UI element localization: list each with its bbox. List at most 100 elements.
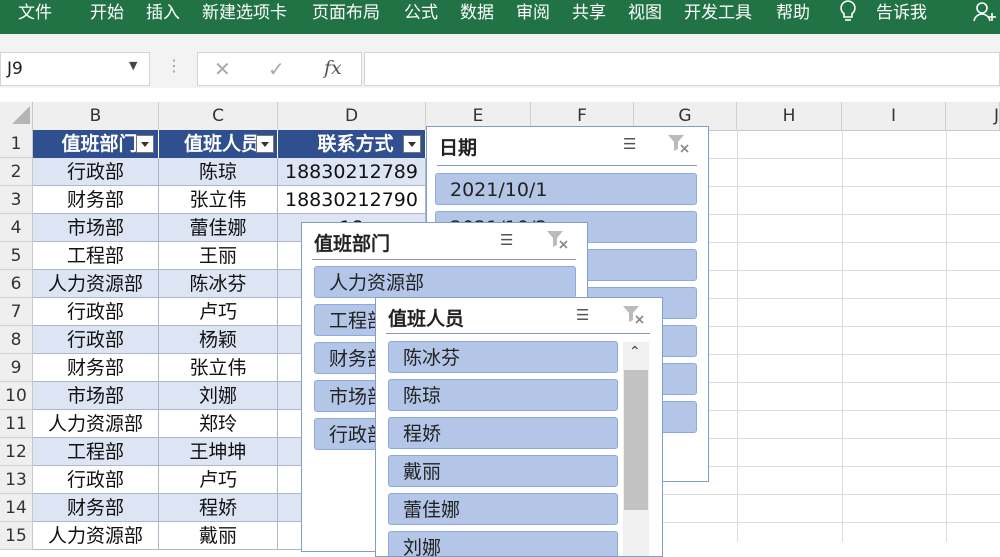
clear-filter-icon[interactable] [546, 229, 568, 249]
table-cell[interactable]: 卢巧 [159, 466, 278, 494]
table-cell[interactable]: 陈冰芬 [159, 270, 278, 298]
table-cell[interactable]: 行政部 [33, 466, 159, 494]
row-header[interactable]: 14 [0, 494, 33, 522]
table-cell[interactable]: 市场部 [33, 214, 159, 242]
table-cell[interactable]: 行政部 [33, 298, 159, 326]
row-header[interactable]: 15 [0, 522, 33, 550]
row-header[interactable]: 5 [0, 242, 33, 270]
slicer-item[interactable]: 人力资源部 [314, 266, 576, 298]
multi-select-icon[interactable]: ☰ [500, 231, 513, 249]
menu-home[interactable]: 开始 [90, 0, 124, 34]
gridline [737, 130, 738, 542]
multi-select-icon[interactable]: ☰ [576, 306, 589, 324]
ribbon-bar: 文件 开始 插入 新建选项卡 页面布局 公式 数据 审阅 共享 视图 开发工具 … [0, 0, 1000, 34]
table-cell[interactable]: 王丽 [159, 242, 278, 270]
row-header[interactable]: 3 [0, 186, 33, 214]
chevron-down-icon[interactable]: ▼ [129, 59, 137, 72]
filter-dropdown-person[interactable] [256, 135, 274, 153]
column-header-c[interactable]: C [159, 102, 278, 130]
table-cell[interactable]: 戴丽 [159, 522, 278, 550]
slicer-item[interactable]: 2021/10/1 [435, 173, 697, 205]
multi-select-icon[interactable]: ☰ [623, 135, 636, 153]
table-cell[interactable]: 王坤坤 [159, 438, 278, 466]
chevron-up-icon[interactable]: ⌃ [629, 344, 641, 360]
row-header[interactable]: 11 [0, 410, 33, 438]
clear-filter-icon[interactable] [667, 133, 689, 153]
menu-developer[interactable]: 开发工具 [684, 0, 752, 34]
table-cell[interactable]: 行政部 [33, 326, 159, 354]
insert-function-icon[interactable]: fx [324, 57, 342, 79]
row-header[interactable]: 9 [0, 354, 33, 382]
filter-dropdown-contact[interactable] [403, 135, 421, 153]
table-cell[interactable]: 财务部 [33, 494, 159, 522]
table-cell[interactable]: 张立伟 [159, 354, 278, 382]
row-header[interactable]: 1 [0, 130, 33, 158]
row-header[interactable]: 10 [0, 382, 33, 410]
table-cell[interactable]: 18830212790 [278, 186, 426, 214]
table-cell[interactable]: 18830212789 [278, 158, 426, 186]
table-cell[interactable]: 卢巧 [159, 298, 278, 326]
formula-input[interactable] [364, 52, 1000, 86]
slicer-item[interactable]: 陈冰芬 [388, 341, 618, 373]
slicer-item[interactable]: 程娇 [388, 417, 618, 449]
menu-formulas[interactable]: 公式 [404, 0, 438, 34]
slicer-item[interactable]: 刘娜 [388, 531, 618, 556]
table-cell[interactable]: 陈琼 [159, 158, 278, 186]
row-header[interactable]: 4 [0, 214, 33, 242]
table-cell[interactable]: 程娇 [159, 494, 278, 522]
menu-tell-me[interactable]: 告诉我 [876, 0, 927, 34]
menu-insert[interactable]: 插入 [146, 0, 180, 34]
scroll-thumb[interactable] [624, 370, 648, 510]
row-header[interactable]: 12 [0, 438, 33, 466]
menu-review[interactable]: 审阅 [516, 0, 550, 34]
confirm-icon[interactable]: ✓ [268, 57, 285, 81]
table-cell[interactable]: 市场部 [33, 382, 159, 410]
table-cell[interactable]: 工程部 [33, 242, 159, 270]
formula-buttons: ✕ ✓ fx [197, 52, 362, 86]
slicer-item[interactable]: 陈琼 [388, 379, 618, 411]
menu-help[interactable]: 帮助 [776, 0, 810, 34]
share-person-icon[interactable] [972, 0, 998, 33]
column-header-j[interactable]: J [946, 102, 1000, 130]
table-cell[interactable]: 人力资源部 [33, 522, 159, 550]
table-cell[interactable]: 人力资源部 [33, 270, 159, 298]
column-header-b[interactable]: B [33, 102, 159, 130]
cancel-icon[interactable]: ✕ [214, 57, 231, 81]
menu-file[interactable]: 文件 [18, 0, 52, 34]
menu-page-layout[interactable]: 页面布局 [312, 0, 380, 34]
column-header-i[interactable]: I [842, 102, 946, 130]
row-header[interactable]: 2 [0, 158, 33, 186]
slicer-item[interactable]: 戴丽 [388, 455, 618, 487]
slicer-person-title: 值班人员 [388, 308, 465, 330]
clear-filter-icon[interactable] [622, 304, 644, 324]
slicer-item[interactable]: 蕾佳娜 [388, 493, 618, 525]
menu-view[interactable]: 视图 [628, 0, 662, 34]
filter-dropdown-dept[interactable] [136, 135, 154, 153]
table-cell[interactable]: 杨颖 [159, 326, 278, 354]
table-cell[interactable]: 财务部 [33, 354, 159, 382]
table-cell[interactable]: 张立伟 [159, 186, 278, 214]
name-box-value: J9 [7, 59, 23, 79]
table-cell[interactable]: 郑玲 [159, 410, 278, 438]
menu-share[interactable]: 共享 [572, 0, 606, 34]
gridline [842, 130, 843, 542]
select-all-triangle [12, 106, 30, 124]
column-header-h[interactable]: H [737, 102, 842, 130]
row-header[interactable]: 7 [0, 298, 33, 326]
table-cell[interactable]: 财务部 [33, 186, 159, 214]
slicer-scrollbar[interactable]: ⌃ [623, 342, 649, 556]
table-cell[interactable]: 蕾佳娜 [159, 214, 278, 242]
table-cell[interactable]: 工程部 [33, 438, 159, 466]
row-header[interactable]: 8 [0, 326, 33, 354]
lightbulb-icon[interactable] [838, 0, 858, 32]
row-header[interactable]: 6 [0, 270, 33, 298]
menu-data[interactable]: 数据 [460, 0, 494, 34]
row-header[interactable]: 13 [0, 466, 33, 494]
name-box[interactable]: J9 ▼ [0, 52, 150, 86]
table-cell[interactable]: 人力资源部 [33, 410, 159, 438]
menu-new-tab[interactable]: 新建选项卡 [202, 0, 287, 34]
drag-handle-icon[interactable]: ⋮ [166, 56, 182, 75]
table-cell[interactable]: 刘娜 [159, 382, 278, 410]
column-header-d[interactable]: D [278, 102, 426, 130]
table-cell[interactable]: 行政部 [33, 158, 159, 186]
